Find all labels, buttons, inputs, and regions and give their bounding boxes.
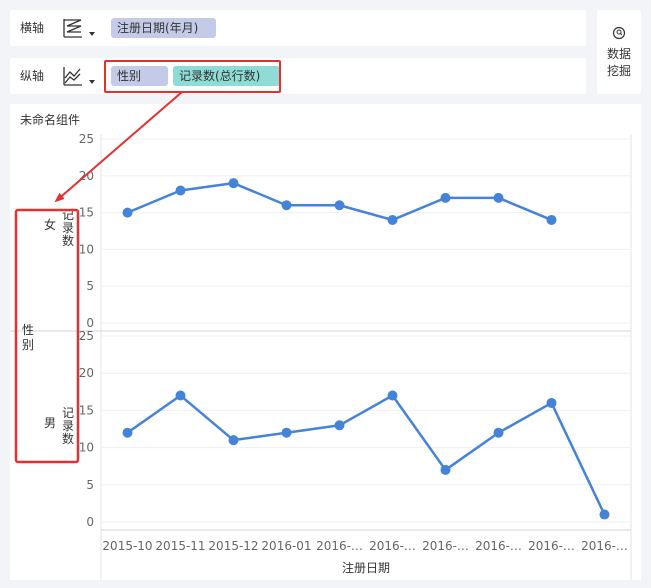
data-mining-button[interactable]: 数据 挖掘 xyxy=(597,10,641,94)
data-point[interactable] xyxy=(122,207,133,218)
y-tick-label: 15 xyxy=(79,403,94,417)
y-tick-label: 20 xyxy=(79,366,94,380)
row-member-label: 男 xyxy=(44,416,56,430)
x-tick-label: 2016-… xyxy=(316,539,363,553)
x-tick-label: 2016-01 xyxy=(261,539,311,553)
x-tick-label: 2016-… xyxy=(528,539,575,553)
data-point[interactable] xyxy=(175,185,186,196)
y-axis-label: 纵轴 xyxy=(20,69,45,83)
data-point[interactable] xyxy=(387,214,398,225)
y-axis-label-char: 数 xyxy=(62,233,74,248)
data-point[interactable] xyxy=(546,397,557,408)
y-tick-label: 15 xyxy=(79,206,94,220)
y-tick-label: 10 xyxy=(79,441,94,455)
x-axis-bar: 横轴 注册日期(年月) xyxy=(10,10,586,46)
x-axis-chart-type-icon[interactable] xyxy=(62,17,84,39)
y-axis-chevron-down-icon[interactable] xyxy=(89,80,95,84)
data-point[interactable] xyxy=(493,192,504,203)
data-point[interactable] xyxy=(228,178,239,189)
y-tick-label: 20 xyxy=(79,169,94,183)
row-dimension-label-char: 性 xyxy=(22,323,34,337)
data-point[interactable] xyxy=(281,427,292,438)
x-tick-label: 2015-10 xyxy=(102,539,152,553)
x-tick-label: 2016-… xyxy=(369,539,416,553)
data-mining-label: 数据 挖掘 xyxy=(606,47,631,78)
series-line[interactable] xyxy=(126,394,606,516)
row-member-label: 女 xyxy=(44,217,56,232)
y-axis-chart-type-icon[interactable] xyxy=(62,65,84,87)
y-axis-label-char: 记 xyxy=(62,406,74,420)
x-axis-label: 横轴 xyxy=(20,21,45,35)
y-axis-label-char: 录 xyxy=(62,221,74,235)
data-point[interactable] xyxy=(440,192,451,203)
data-point[interactable] xyxy=(122,427,133,438)
x-tick-label: 2016-… xyxy=(475,539,522,553)
y-axis-label-char: 录 xyxy=(62,419,74,433)
x-tick-label: 2015-12 xyxy=(208,539,258,553)
data-point[interactable] xyxy=(493,427,504,438)
data-mining-icon xyxy=(612,26,626,40)
x-tick-label: 2016-… xyxy=(581,539,628,553)
data-point[interactable] xyxy=(387,390,398,401)
data-point[interactable] xyxy=(228,435,239,446)
data-point[interactable] xyxy=(599,509,610,520)
data-point[interactable] xyxy=(281,200,292,211)
y-axis-bar: 纵轴 性别 记录数(总行数) xyxy=(10,58,586,94)
y-tick-label: 25 xyxy=(79,329,94,343)
row-dimension-label-char: 别 xyxy=(22,338,34,352)
y-axis-label-char: 数 xyxy=(62,431,74,446)
chart-widget[interactable]: 未命名组件 性别 0 5 10 15 20 25 女记录数 0 5 10 15 20 25 男记录数 2015… xyxy=(10,104,641,580)
y-axis-label-char: 记 xyxy=(62,208,74,222)
y-tick-label: 5 xyxy=(86,478,94,492)
y-tick-label: 0 xyxy=(86,515,94,529)
data-point[interactable] xyxy=(334,200,345,211)
data-point[interactable] xyxy=(546,214,557,225)
y-tick-label: 25 xyxy=(79,132,94,146)
y-tick-label: 5 xyxy=(86,279,94,293)
y-tick-label: 0 xyxy=(86,316,94,330)
data-point[interactable] xyxy=(440,464,451,475)
data-point[interactable] xyxy=(334,420,345,431)
data-point[interactable] xyxy=(175,390,186,401)
x-tick-label: 2016-… xyxy=(422,539,469,553)
line-chart: 性别0510152025女记录数0510152025男记录数2015-10 201… xyxy=(10,132,632,580)
x-axis-title: 注册日期 xyxy=(342,560,390,575)
y-tick-label: 10 xyxy=(79,242,94,256)
y-axis-fields-highlight-box xyxy=(104,60,281,93)
x-axis-field-pill[interactable]: 注册日期(年月) xyxy=(111,18,216,38)
x-axis-chevron-down-icon[interactable] xyxy=(89,32,95,36)
x-tick-label: 2015-11 xyxy=(155,539,205,553)
